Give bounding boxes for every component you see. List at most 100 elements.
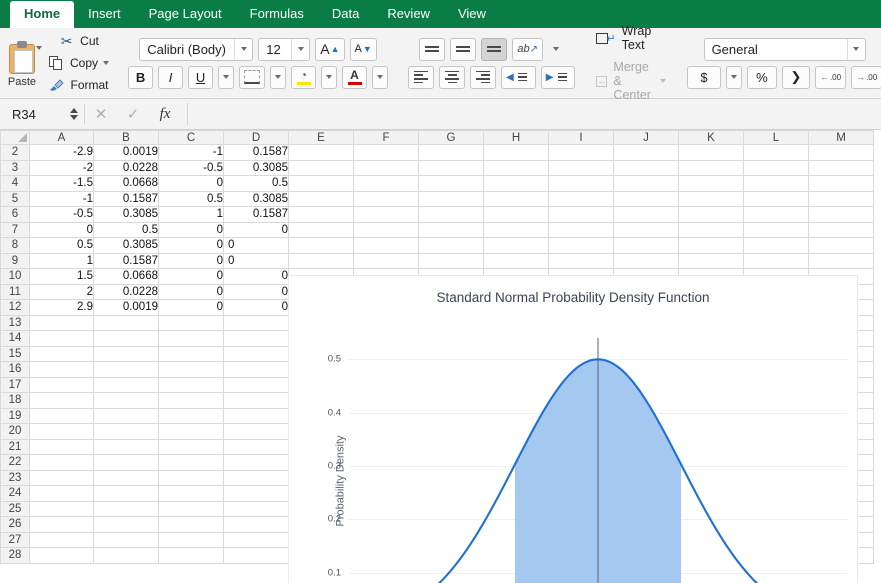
increase-indent-button[interactable]: ▶ [540, 65, 576, 89]
cell-M5[interactable] [808, 190, 874, 207]
cell-J9[interactable] [613, 252, 679, 269]
cell-A17[interactable] [29, 376, 94, 393]
cell-A16[interactable] [29, 361, 94, 378]
cell-E4[interactable] [288, 175, 354, 192]
cell-K5[interactable] [678, 190, 744, 207]
row-header-25[interactable]: 25 [0, 500, 30, 517]
cell-G5[interactable] [418, 190, 484, 207]
cell-A21[interactable] [29, 438, 94, 455]
row-header-18[interactable]: 18 [0, 392, 30, 409]
cell-D25[interactable] [223, 500, 289, 517]
cell-M3[interactable] [808, 159, 874, 176]
column-header-i[interactable]: I [548, 130, 614, 145]
cell-B2[interactable]: 0.0019 [93, 144, 159, 161]
cell-F7[interactable] [353, 221, 419, 238]
cell-C18[interactable] [158, 392, 224, 409]
cell-B19[interactable] [93, 407, 159, 424]
cell-D3[interactable]: 0.3085 [223, 159, 289, 176]
align-bottom-button[interactable] [481, 37, 508, 61]
cell-F9[interactable] [353, 252, 419, 269]
cell-A10[interactable]: 1.5 [29, 268, 94, 285]
cell-H9[interactable] [483, 252, 549, 269]
name-box-spinner-icon[interactable] [70, 108, 78, 120]
paste-dropdown-caret-icon[interactable] [36, 46, 42, 50]
row-header-9[interactable]: 9 [0, 252, 30, 269]
underline-dropdown-button[interactable] [218, 65, 235, 89]
cell-B25[interactable] [93, 500, 159, 517]
increase-font-size-button[interactable]: A ▲ [315, 37, 345, 61]
cell-C19[interactable] [158, 407, 224, 424]
currency-dropdown-button[interactable] [725, 65, 742, 89]
cell-B18[interactable] [93, 392, 159, 409]
cell-D22[interactable] [223, 454, 289, 471]
cell-A12[interactable]: 2.9 [29, 299, 94, 316]
row-header-16[interactable]: 16 [0, 361, 30, 378]
cell-C28[interactable] [158, 547, 224, 564]
cell-A24[interactable] [29, 485, 94, 502]
tab-formulas[interactable]: Formulas [236, 1, 318, 28]
cell-C8[interactable]: 0 [158, 237, 224, 254]
cell-H5[interactable] [483, 190, 549, 207]
cell-C25[interactable] [158, 500, 224, 517]
align-left-button[interactable] [408, 65, 435, 89]
cell-F8[interactable] [353, 237, 419, 254]
cell-D8[interactable]: 0 [223, 237, 289, 254]
row-header-23[interactable]: 23 [0, 469, 30, 486]
paste-label[interactable]: Paste [8, 76, 36, 88]
cell-M4[interactable] [808, 175, 874, 192]
borders-button[interactable] [239, 65, 266, 89]
cell-C26[interactable] [158, 516, 224, 533]
fill-color-button[interactable]: ◔ [291, 65, 317, 89]
cell-L3[interactable] [743, 159, 809, 176]
row-header-19[interactable]: 19 [0, 407, 30, 424]
cell-G4[interactable] [418, 175, 484, 192]
cell-I3[interactable] [548, 159, 614, 176]
cell-I8[interactable] [548, 237, 614, 254]
column-header-m[interactable]: M [808, 130, 874, 145]
cell-H8[interactable] [483, 237, 549, 254]
cell-A20[interactable] [29, 423, 94, 440]
cell-A2[interactable]: -2.9 [29, 144, 94, 161]
cell-A4[interactable]: -1.5 [29, 175, 94, 192]
cell-B17[interactable] [93, 376, 159, 393]
chart-object[interactable]: Standard Normal Probability Density Func… [288, 275, 858, 583]
cell-B11[interactable]: 0.0228 [93, 283, 159, 300]
cell-L4[interactable] [743, 175, 809, 192]
cell-F5[interactable] [353, 190, 419, 207]
tab-insert[interactable]: Insert [74, 1, 135, 28]
cell-A19[interactable] [29, 407, 94, 424]
insert-function-button[interactable]: fx [149, 106, 181, 123]
cell-A14[interactable] [29, 330, 94, 347]
row-header-24[interactable]: 24 [0, 485, 30, 502]
cell-H6[interactable] [483, 206, 549, 223]
cell-B12[interactable]: 0.0019 [93, 299, 159, 316]
paste-icon[interactable] [7, 40, 37, 75]
cell-B7[interactable]: 0.5 [93, 221, 159, 238]
cell-A27[interactable] [29, 531, 94, 548]
row-header-6[interactable]: 6 [0, 206, 30, 223]
cell-A8[interactable]: 0.5 [29, 237, 94, 254]
cell-B14[interactable] [93, 330, 159, 347]
cell-A9[interactable]: 1 [29, 252, 94, 269]
cell-E9[interactable] [288, 252, 354, 269]
row-header-17[interactable]: 17 [0, 376, 30, 393]
orientation-button[interactable]: ab ↗ [512, 37, 544, 61]
column-header-f[interactable]: F [353, 130, 419, 145]
cell-B3[interactable]: 0.0228 [93, 159, 159, 176]
cell-D17[interactable] [223, 376, 289, 393]
cell-A18[interactable] [29, 392, 94, 409]
column-header-b[interactable]: B [93, 130, 159, 145]
row-header-11[interactable]: 11 [0, 283, 30, 300]
row-header-21[interactable]: 21 [0, 438, 30, 455]
column-header-d[interactable]: D [223, 130, 289, 145]
cell-H3[interactable] [483, 159, 549, 176]
cell-M9[interactable] [808, 252, 874, 269]
cell-G8[interactable] [418, 237, 484, 254]
cell-K4[interactable] [678, 175, 744, 192]
cell-D12[interactable]: 0 [223, 299, 289, 316]
cell-G6[interactable] [418, 206, 484, 223]
cell-I4[interactable] [548, 175, 614, 192]
cell-M8[interactable] [808, 237, 874, 254]
cell-F2[interactable] [353, 144, 419, 161]
column-header-j[interactable]: J [613, 130, 679, 145]
